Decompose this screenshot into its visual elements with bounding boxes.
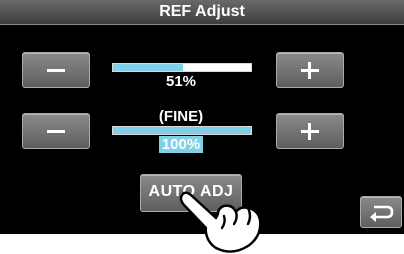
back-button[interactable] — [360, 196, 402, 228]
coarse-minus-button[interactable] — [22, 52, 90, 88]
fine-value: 100% — [112, 136, 250, 153]
return-arrow-icon — [370, 205, 394, 222]
plus-icon — [308, 123, 311, 140]
minus-icon — [47, 69, 65, 72]
coarse-level-bar — [112, 63, 252, 72]
pointing-hand-icon — [179, 191, 262, 253]
fine-level-fill — [113, 127, 251, 134]
coarse-value: 51% — [112, 73, 250, 90]
plus-icon — [308, 62, 311, 79]
coarse-plus-button[interactable] — [276, 52, 344, 88]
fine-level-bar — [112, 126, 252, 135]
coarse-level-fill — [113, 64, 184, 71]
window-title: REF Adjust — [159, 3, 245, 20]
minus-icon — [47, 130, 65, 133]
fine-minus-button[interactable] — [22, 113, 90, 149]
title-bar: REF Adjust — [0, 0, 404, 25]
fine-plus-button[interactable] — [276, 113, 344, 149]
coarse-value-text: 51% — [165, 73, 197, 90]
fine-value-text: 100% — [158, 136, 204, 153]
fine-mode-label: (FINE) — [158, 108, 204, 125]
